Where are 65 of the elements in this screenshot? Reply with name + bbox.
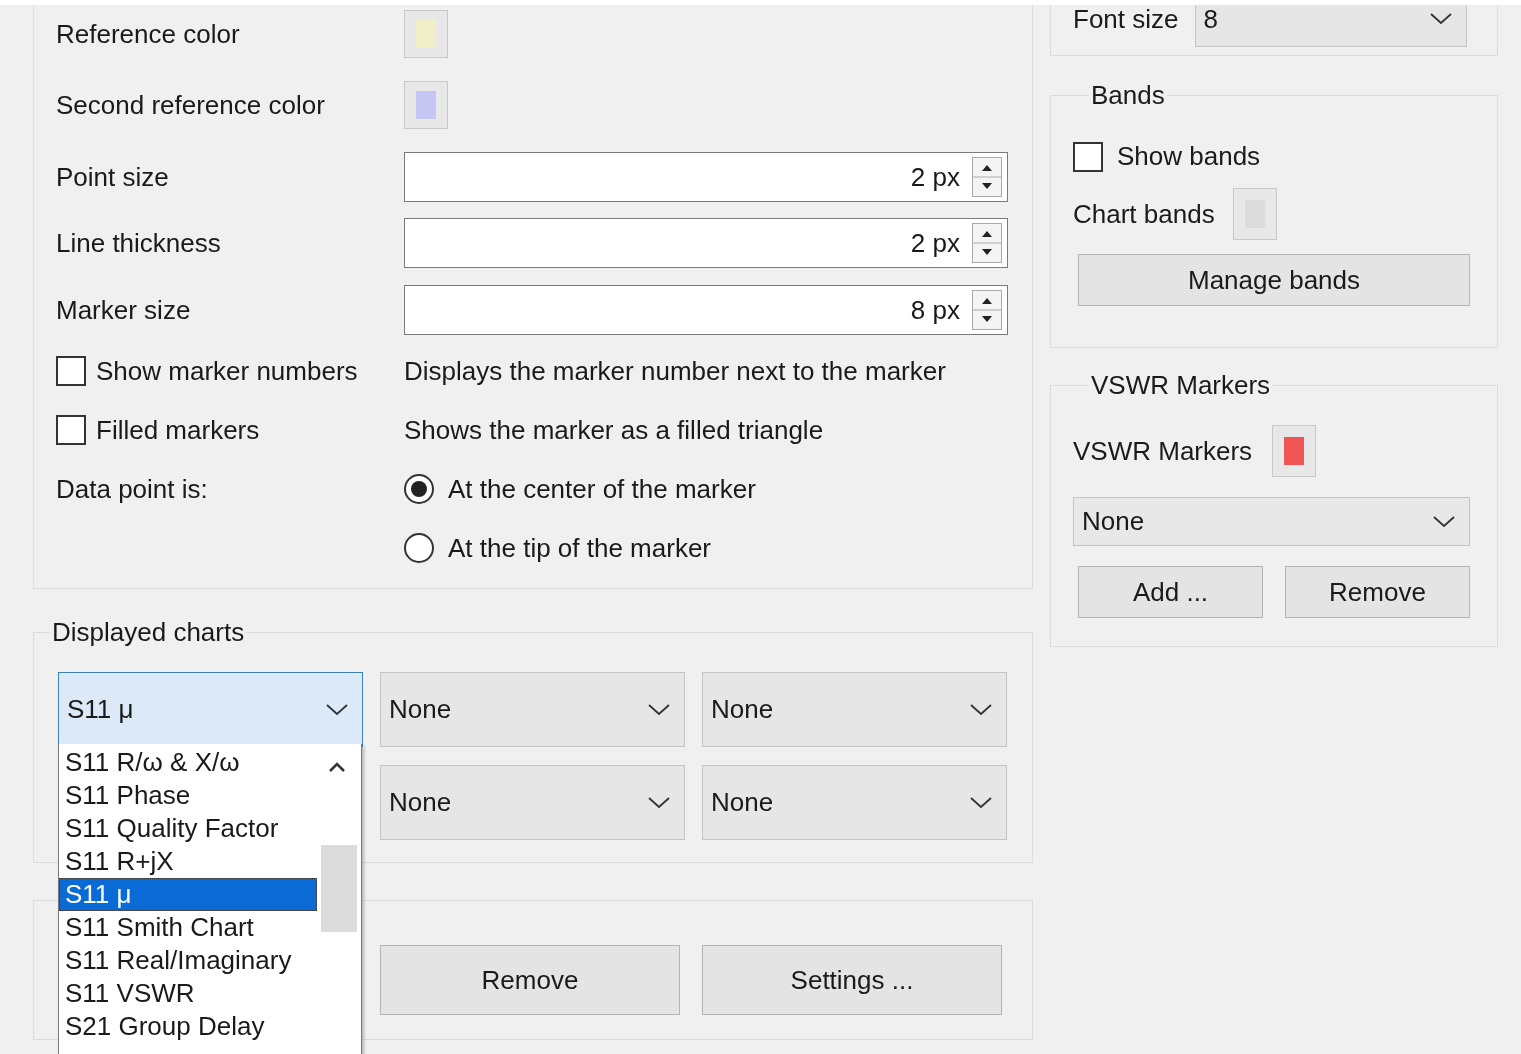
scrollbar-thumb[interactable] (321, 845, 357, 932)
scroll-up-icon[interactable] (327, 760, 347, 774)
caret-icon (648, 703, 670, 716)
chart-button[interactable]: Settings ... (702, 945, 1002, 1015)
color-button[interactable] (1272, 425, 1317, 477)
spin-field[interactable]: 2 px (404, 152, 1008, 202)
spin-arrows-icon[interactable] (972, 157, 1002, 197)
caret-icon (1433, 515, 1455, 528)
font-size-dropdown[interactable]: 8 (1194, 5, 1467, 47)
radio-button[interactable] (404, 533, 434, 563)
setting-label: Marker size (55, 294, 192, 326)
caret-icon (326, 703, 348, 716)
chart-dropdown[interactable]: None (380, 765, 685, 840)
dropdown-item[interactable]: S11 Smith Chart (59, 911, 317, 944)
checkbox-label[interactable]: Show bands (1117, 141, 1261, 172)
dropdown-item[interactable]: S11 R+jX (59, 845, 317, 878)
setting-label: Line thickness (55, 227, 222, 259)
setting-label: Data point is: (56, 473, 208, 505)
spin-field[interactable]: 2 px (404, 218, 1008, 268)
checkbox-label[interactable]: Filled markers (96, 414, 260, 446)
caret-icon (648, 796, 670, 809)
checkbox[interactable] (56, 415, 86, 445)
chart-dropdown[interactable]: S11 μ (58, 672, 363, 747)
group-title: VSWR Markers (1090, 370, 1272, 401)
description-text: Shows the marker as a filled triangle (404, 414, 824, 446)
caret-icon (970, 796, 992, 809)
marker-dropdown[interactable]: None (1073, 497, 1470, 546)
dropdown-item[interactable]: S11 R/ω & X/ω (59, 746, 317, 779)
checkbox[interactable] (56, 356, 86, 386)
chart-dropdown[interactable]: None (380, 672, 685, 747)
setting-label: Reference color (55, 18, 241, 50)
group-title: Displayed charts (51, 617, 246, 648)
color-button[interactable] (404, 81, 448, 129)
marker-button[interactable]: Remove (1285, 566, 1470, 618)
dropdown-item[interactable]: S11 VSWR (59, 977, 317, 1010)
spin-field[interactable]: 8 px (404, 285, 1008, 335)
radio-label[interactable]: At the center of the marker (448, 473, 756, 505)
dropdown-item[interactable]: S11 Real/Imaginary (59, 944, 317, 977)
description-text: Displays the marker number next to the marker (404, 355, 946, 387)
chart-dropdown[interactable]: None (702, 765, 1007, 840)
chart-button[interactable]: Remove (380, 945, 680, 1015)
setting-label: VSWR Markers (1073, 435, 1253, 467)
dropdown-item[interactable]: S11 Quality Factor (59, 812, 317, 845)
spin-arrows-icon[interactable] (972, 223, 1002, 263)
spin-arrows-icon[interactable] (972, 290, 1002, 330)
marker-button[interactable]: Add ... (1078, 566, 1263, 618)
dropdown-item[interactable]: S11 μ (59, 878, 317, 911)
caret-icon (970, 703, 992, 716)
dropdown-item[interactable]: S21 Group Delay (59, 1010, 317, 1043)
radio-label[interactable]: At the tip of the marker (448, 532, 711, 564)
scrollbar[interactable] (317, 744, 361, 1054)
setting-label: Chart bands (1073, 198, 1215, 230)
checkbox[interactable] (1073, 141, 1103, 172)
setting-label: Point size (55, 161, 170, 193)
caret-icon (1429, 13, 1452, 25)
manage-bands-button[interactable]: Manage bands (1078, 254, 1470, 306)
chart-dropdown[interactable]: None (702, 672, 1007, 747)
setting-label: Second reference color (55, 89, 326, 121)
dropdown-item[interactable]: S11 Phase (59, 779, 317, 812)
setting-label: Font size (1073, 5, 1179, 35)
color-button[interactable] (404, 10, 448, 58)
radio-button[interactable] (404, 474, 434, 504)
color-button[interactable] (1232, 188, 1277, 240)
group-title: Bands (1090, 80, 1166, 111)
checkbox-label[interactable]: Show marker numbers (96, 355, 358, 387)
